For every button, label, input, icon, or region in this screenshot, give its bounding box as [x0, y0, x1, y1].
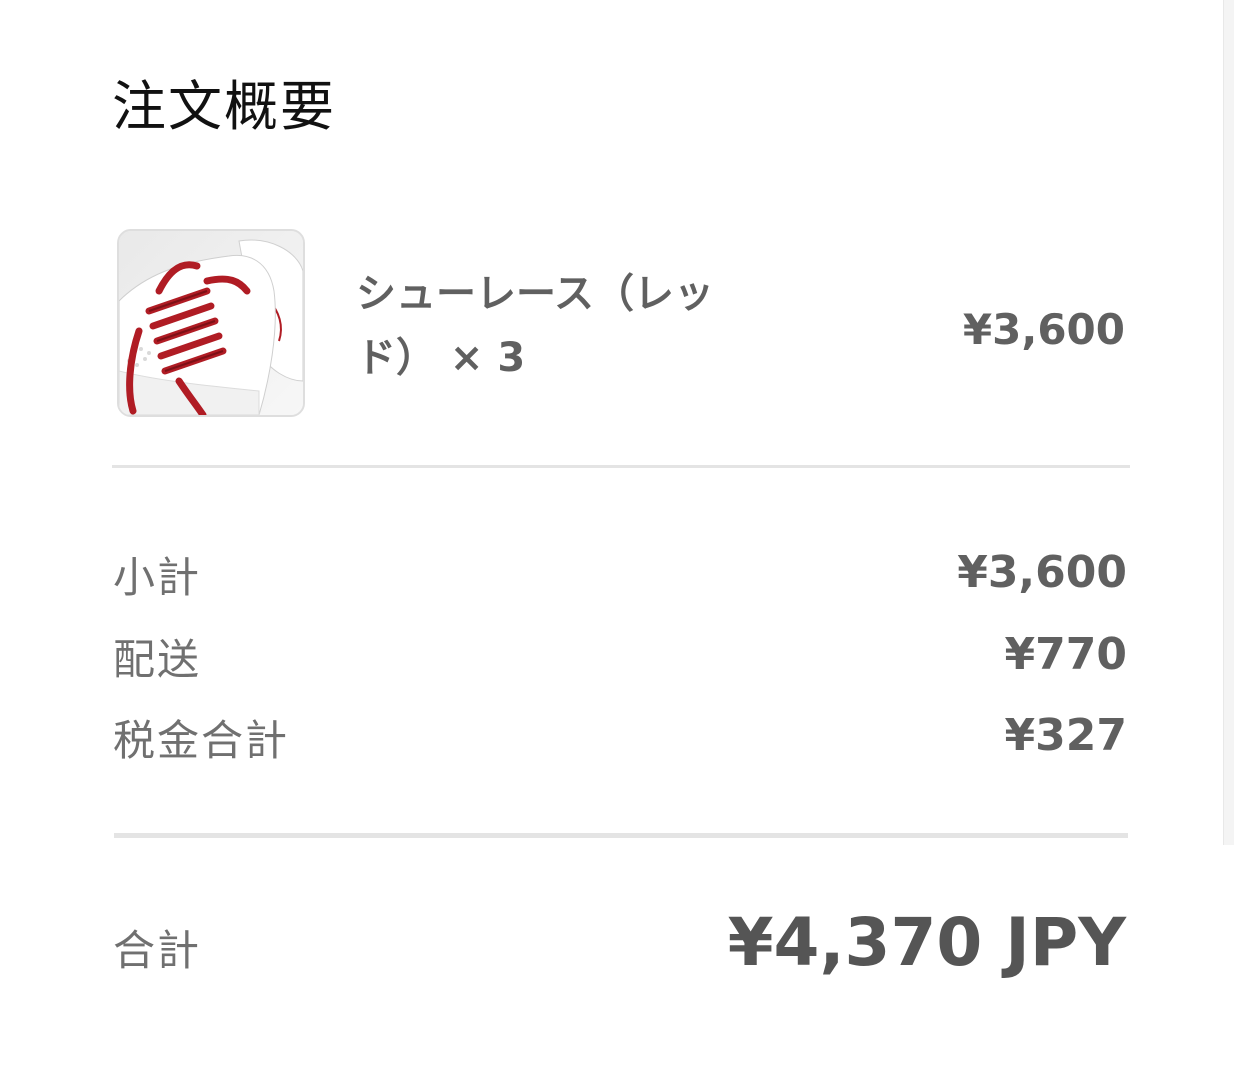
product-thumbnail [117, 229, 305, 417]
summary-row-subtotal: 小計 ¥3,600 [113, 543, 1127, 613]
product-name: シューレース（レッド） × 3 [356, 271, 714, 381]
summary-label: 配送 [113, 635, 202, 684]
summary-label: 小計 [113, 553, 202, 602]
divider [114, 833, 1128, 838]
scrollbar-track[interactable] [1223, 0, 1234, 845]
total-value: ¥4,370 JPY [727, 904, 1126, 981]
summary-value: ¥770 [1004, 629, 1127, 680]
page-title: 注文概要 [112, 75, 336, 138]
summary-value: ¥3,600 [957, 547, 1127, 598]
summary-value: ¥327 [1004, 710, 1127, 761]
divider [112, 465, 1130, 468]
summary-row-shipping: 配送 ¥770 [113, 625, 1127, 695]
summary-label: 税金合計 [113, 716, 290, 765]
product-price: ¥3,600 [962, 305, 1125, 354]
shoe-image-icon [119, 231, 303, 415]
total-label: 合計 [113, 926, 202, 975]
summary-row-tax: 税金合計 ¥327 [113, 706, 1127, 776]
